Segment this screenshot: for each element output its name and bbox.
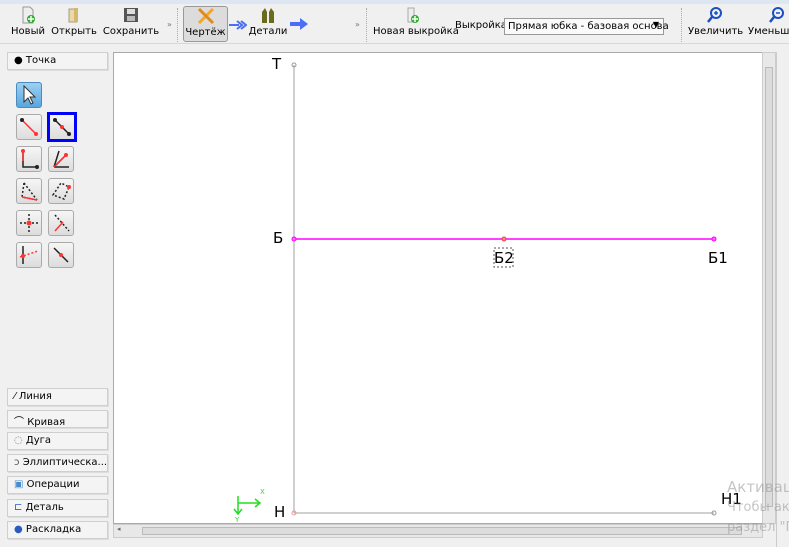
toolbar-separator (366, 8, 367, 42)
point-b2[interactable] (501, 236, 507, 242)
point-label-t: Т (272, 55, 282, 73)
new-pattern-icon (407, 7, 419, 23)
point-label-b2: Б2 (494, 249, 514, 267)
right-panel-edge (776, 52, 789, 547)
detail-section[interactable]: ⊏ Деталь (7, 499, 108, 517)
scroll-left-icon[interactable]: ◂ (117, 525, 121, 533)
toolbar-overflow-chevron[interactable]: » (167, 20, 172, 29)
layout-section[interactable]: ● Раскладка (7, 521, 108, 539)
shoulder-point-tool[interactable] (48, 178, 74, 204)
toolbar: Новый Открыть Сохранить » Чертёж Детали … (0, 4, 789, 44)
point-on-segment-icon (53, 247, 69, 263)
arrow-right-icon (229, 20, 247, 30)
new-pattern-button[interactable]: Новая выкройка (373, 6, 459, 42)
save-disk-icon (124, 8, 138, 22)
point-label-b1: Б1 (708, 249, 728, 267)
zoom-out-button[interactable]: Уменьши (748, 6, 789, 42)
pencil-ruler-icon (197, 7, 214, 25)
new-button[interactable]: Новый (8, 6, 48, 42)
toolbar-separator (177, 8, 178, 42)
drawing-svg (233, 62, 717, 516)
point-b[interactable] (291, 236, 297, 242)
shoulder-point-icon (51, 182, 71, 200)
new-file-icon (22, 6, 35, 24)
vertical-scrollbar[interactable] (762, 52, 776, 524)
bullet-icon: ● (14, 55, 23, 66)
layout-icon: ● (14, 524, 23, 535)
toolbar-overflow-chevron[interactable]: » (355, 20, 360, 29)
activation-watermark: Активация Windows Чтобы активировать Win… (727, 478, 789, 535)
point-tools-section[interactable]: ● Точка (7, 52, 108, 70)
pattern-label: Выкройка: (455, 20, 511, 31)
drawing-canvas[interactable]: Т Б Б2 Б1 Н Н1 X Y (113, 52, 763, 524)
open-button[interactable]: Открыть (50, 6, 98, 42)
triangle-tool[interactable] (16, 178, 42, 204)
horizontal-scroll-thumb[interactable] (142, 527, 742, 535)
operations-icon: ▣ (14, 479, 24, 490)
point-b1[interactable] (711, 236, 717, 242)
horizontal-scrollbar[interactable]: ◂ (113, 524, 763, 538)
cross-intersection-icon (20, 214, 38, 232)
line-tool[interactable] (16, 114, 42, 140)
point-label-n: Н (274, 503, 286, 521)
point-on-segment-tool[interactable] (48, 242, 74, 268)
chevron-down-icon: ▼ (652, 20, 659, 29)
arrow-cursor-icon (23, 84, 37, 105)
details-mode-button[interactable]: Детали (248, 6, 288, 42)
arc-tools-section[interactable]: ◌ Дуга (7, 432, 108, 450)
triangle-icon (21, 182, 38, 201)
select-pointer-tool[interactable] (16, 82, 42, 108)
line-tools-section[interactable]: ⁄ Линия (7, 388, 108, 406)
pattern-select[interactable]: Прямая юбка - базовая основа ▼ (504, 18, 669, 35)
axis-origin-icon (233, 496, 262, 516)
detail-icon: ⊏ (14, 502, 23, 513)
zoom-in-icon (707, 7, 722, 23)
line-intersect-tool[interactable] (16, 242, 42, 268)
zoom-in-button[interactable]: Увеличить (688, 6, 743, 42)
along-line-tool[interactable] (47, 112, 77, 142)
normal-tool[interactable] (48, 210, 74, 236)
curve-tools-section[interactable]: ⌒ Кривая (7, 410, 108, 428)
open-folder-icon (68, 8, 78, 23)
axis-x-label: X (260, 488, 265, 496)
zoom-out-icon (769, 7, 784, 23)
elliptical-arc-icon: ↄ (14, 457, 20, 468)
right-angle-icon (21, 149, 39, 169)
vertical-scroll-thumb[interactable] (765, 67, 773, 507)
normal-line-icon (54, 214, 70, 232)
line-intersect-icon (19, 246, 39, 264)
curve-icon: ⌒ (14, 417, 24, 428)
line-segment-icon (20, 118, 38, 136)
toolbar-separator (681, 8, 682, 42)
bisector-tool[interactable] (48, 146, 74, 172)
perpendicular-tool[interactable] (16, 146, 42, 172)
save-button[interactable]: Сохранить (102, 6, 160, 42)
draw-mode-button[interactable]: Чертёж (183, 6, 228, 42)
elliptical-arc-tools-section[interactable]: ↄ Эллиптическа... (7, 454, 108, 472)
axis-y-label: Y (235, 516, 240, 524)
operations-section[interactable]: ▣ Операции (7, 476, 108, 494)
point-along-line-icon (53, 118, 71, 136)
intersection-tool[interactable] (16, 210, 42, 236)
garment-details-icon (262, 8, 274, 23)
arrow-right-icon (290, 18, 308, 30)
point-label-b: Б (273, 229, 284, 247)
bisector-icon (53, 150, 69, 168)
line-icon: ⁄ (14, 391, 16, 402)
arc-icon: ◌ (14, 435, 23, 446)
